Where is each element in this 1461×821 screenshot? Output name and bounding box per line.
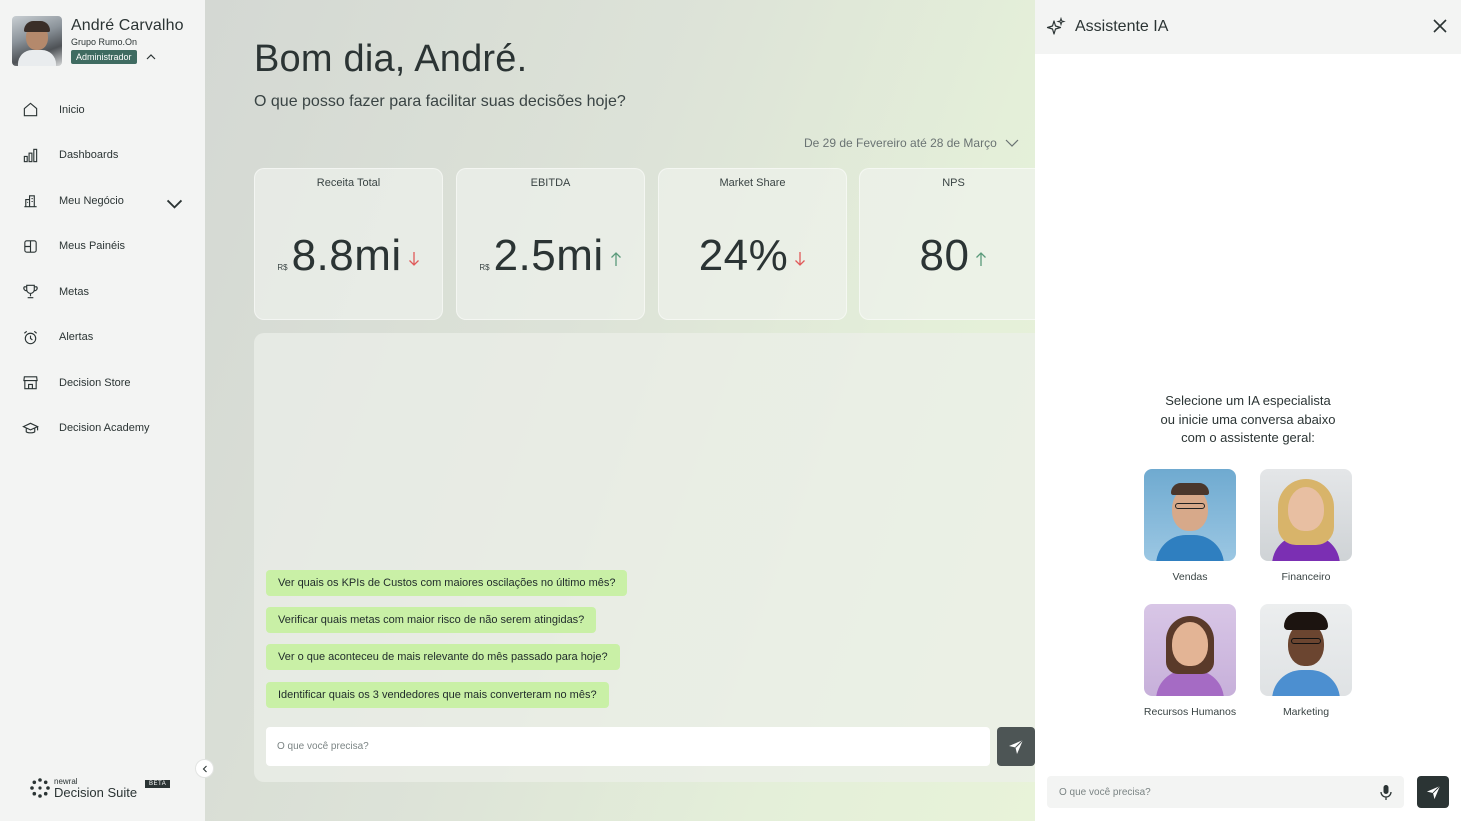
persona-recursos-humanos[interactable]: Recursos Humanos — [1130, 604, 1250, 718]
suggestion-chip[interactable]: Identificar quais os 3 vendedores que ma… — [266, 682, 609, 708]
arrow-up-icon — [976, 252, 987, 266]
sidebar-item-alertas[interactable]: Alertas — [0, 315, 205, 361]
bar-chart-icon — [23, 148, 38, 162]
collapse-sidebar-button[interactable] — [195, 759, 214, 778]
chevron-up-icon[interactable] — [146, 52, 156, 62]
kpi-card-receita[interactable]: Receita Total R$ 8.8mi — [254, 168, 443, 320]
suggestion-chip[interactable]: Ver quais os KPIs de Custos com maiores … — [266, 570, 628, 596]
sidebar-item-meus-paineis[interactable]: Meus Painéis — [0, 224, 205, 270]
kpi-card-market-share[interactable]: Market Share 24% — [658, 168, 847, 320]
assistant-title: Assistente IA — [1075, 18, 1169, 35]
kpi-title: EBITDA — [530, 177, 571, 189]
chevron-down-icon[interactable] — [166, 195, 183, 212]
panels-icon — [24, 240, 37, 253]
graduation-cap-icon — [22, 422, 39, 434]
persona-photo — [1260, 604, 1352, 696]
chevron-left-icon — [202, 765, 207, 772]
kpi-value: 24% — [698, 231, 789, 280]
persona-photo — [1260, 469, 1352, 561]
send-button[interactable] — [997, 727, 1035, 766]
brand-logo: newral Decision Suite BETA — [29, 777, 171, 800]
microphone-icon[interactable] — [1379, 784, 1393, 801]
suggestion-chip[interactable]: Ver o que aconteceu de mais relevante do… — [266, 644, 620, 670]
user-company: Grupo Rumo.On — [71, 37, 138, 47]
sidebar: André Carvalho Grupo Rumo.On Administrad… — [0, 0, 205, 821]
persona-marketing[interactable]: Marketing — [1246, 604, 1366, 718]
kpi-card-ebitda[interactable]: EBITDA R$ 2.5mi — [456, 168, 645, 320]
chat-input[interactable] — [266, 727, 990, 766]
beta-badge: BETA — [145, 780, 171, 788]
brand-name: Decision Suite — [54, 784, 138, 800]
page-title: Bom dia, André. — [254, 38, 528, 80]
sidebar-item-decision-store[interactable]: Decision Store — [0, 360, 205, 406]
suggestion-chip[interactable]: Verificar quais metas com maior risco de… — [266, 607, 597, 633]
role-badge: Administrador — [71, 50, 137, 64]
sidebar-item-label: Meus Painéis — [59, 240, 126, 253]
persona-label: Marketing — [1282, 706, 1330, 718]
assistant-input[interactable] — [1047, 776, 1367, 808]
persona-label: Vendas — [1172, 571, 1208, 583]
chat-panel: Ver quais os KPIs de Custos com maiores … — [254, 333, 1035, 782]
sidebar-item-label: Alertas — [59, 331, 94, 344]
sidebar-item-label: Meu Negócio — [59, 194, 124, 207]
kpi-title: NPS — [942, 177, 965, 189]
send-icon — [1009, 739, 1024, 754]
persona-financeiro[interactable]: Financeiro — [1246, 469, 1366, 583]
newral-logo-icon — [30, 778, 50, 798]
persona-label: Recursos Humanos — [1143, 706, 1237, 718]
user-name: André Carvalho — [71, 17, 184, 34]
arrow-down-icon — [795, 252, 806, 266]
persona-photo — [1144, 469, 1236, 561]
send-icon — [1426, 785, 1440, 799]
assistant-intro: Selecione um IA especialista ou inicie u… — [1035, 392, 1461, 448]
intro-line: ou inicie uma conversa abaixo — [1160, 411, 1336, 427]
intro-line: Selecione um IA especialista — [1165, 393, 1331, 408]
kpi-currency: R$ — [479, 263, 490, 272]
date-range-select[interactable]: De 29 de Fevereiro até 28 de Março — [804, 136, 1019, 150]
kpi-value: 8.8mi — [291, 231, 402, 280]
alarm-clock-icon — [24, 330, 37, 344]
building-chart-icon — [24, 195, 37, 208]
kpi-value: 80 — [919, 231, 970, 280]
avatar — [12, 16, 62, 66]
page-subtitle: O que posso fazer para facilitar suas de… — [254, 93, 626, 110]
sidebar-nav: Inicio Dashboards Meu Negócio Meus Painé… — [0, 87, 205, 451]
assistant-send-button[interactable] — [1417, 776, 1449, 808]
sidebar-item-meu-negocio[interactable]: Meu Negócio — [0, 178, 205, 224]
kpi-title: Market Share — [719, 177, 786, 189]
assistant-header: Assistente IA — [1035, 0, 1461, 54]
sidebar-item-dashboards[interactable]: Dashboards — [0, 133, 205, 179]
assistant-input-wrapper — [1047, 776, 1404, 808]
assistant-panel: Assistente IA Selecione um IA especialis… — [1035, 0, 1461, 821]
chevron-down-icon — [1005, 139, 1019, 147]
sidebar-item-label: Metas — [59, 285, 89, 298]
trophy-icon — [23, 285, 38, 299]
sidebar-item-decision-academy[interactable]: Decision Academy — [0, 406, 205, 452]
store-icon — [23, 376, 38, 390]
user-profile[interactable]: André Carvalho Grupo Rumo.On Administrad… — [12, 16, 184, 66]
sidebar-item-label: Dashboards — [59, 149, 119, 162]
sparkle-icon — [1046, 17, 1066, 35]
date-range-label: De 29 de Fevereiro até 28 de Março — [804, 136, 997, 150]
kpi-currency: R$ — [277, 263, 288, 272]
arrow-up-icon — [610, 252, 621, 266]
sidebar-item-label: Inicio — [59, 103, 85, 116]
sidebar-item-inicio[interactable]: Inicio — [0, 87, 205, 133]
kpi-title: Receita Total — [316, 177, 381, 189]
arrow-down-icon — [408, 252, 419, 266]
home-icon — [23, 102, 38, 117]
kpi-value: 2.5mi — [493, 231, 604, 280]
sidebar-item-label: Decision Store — [59, 376, 131, 389]
main-content: Bom dia, André. O que posso fazer para f… — [205, 0, 1035, 821]
close-icon[interactable] — [1432, 18, 1448, 34]
persona-label: Financeiro — [1281, 571, 1331, 583]
sidebar-item-label: Decision Academy — [59, 422, 150, 435]
sidebar-item-metas[interactable]: Metas — [0, 269, 205, 315]
kpi-card-nps[interactable]: NPS 80 — [859, 168, 1035, 320]
persona-vendas[interactable]: Vendas — [1130, 469, 1250, 583]
persona-photo — [1144, 604, 1236, 696]
intro-line: com o assistente geral: — [1181, 430, 1315, 445]
